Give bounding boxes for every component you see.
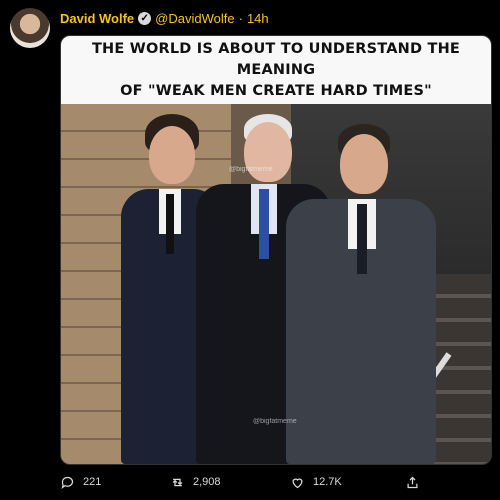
caption-line-2: of "weak men create hard times" (120, 82, 432, 99)
caption-line-1: The world is about to understand the mea… (91, 40, 461, 78)
verified-badge-icon: ✓ (138, 11, 152, 25)
meme-caption: The world is about to understand the mea… (61, 36, 491, 104)
timestamp[interactable]: 14h (247, 11, 269, 26)
like-count: 12.7K (313, 476, 342, 488)
avatar[interactable] (10, 8, 50, 48)
retweet-button[interactable]: 2,908 (170, 470, 221, 494)
retweet-arrows-icon (172, 478, 183, 486)
like-button[interactable]: 12.7K (290, 470, 342, 494)
display-name[interactable]: David Wolfe (60, 11, 134, 26)
tweet[interactable]: David Wolfe ✓ @DavidWolfe · 14h The worl… (0, 0, 500, 500)
retweet-count: 2,908 (193, 476, 221, 488)
tweet-media[interactable]: The world is about to understand the mea… (60, 35, 492, 465)
speech-bubble-icon (61, 476, 74, 489)
share-upload-icon (407, 476, 418, 488)
separator: · (238, 10, 243, 26)
tweet-header: David Wolfe ✓ @DavidWolfe · 14h (60, 9, 269, 27)
watermark-top: @bigfatmeme (229, 166, 273, 173)
meme-photo: @bigfatmeme @bigfatmeme (61, 104, 491, 464)
reply-count: 221 (83, 476, 102, 488)
tweet-actions: 221 2,908 12.7K (60, 470, 490, 494)
heart-icon (292, 478, 303, 488)
reply-button[interactable]: 221 (60, 470, 101, 494)
watermark-bottom: @bigfatmeme (253, 418, 297, 425)
share-button[interactable] (405, 470, 428, 494)
person-right (286, 124, 441, 464)
user-handle[interactable]: @DavidWolfe (155, 11, 234, 26)
